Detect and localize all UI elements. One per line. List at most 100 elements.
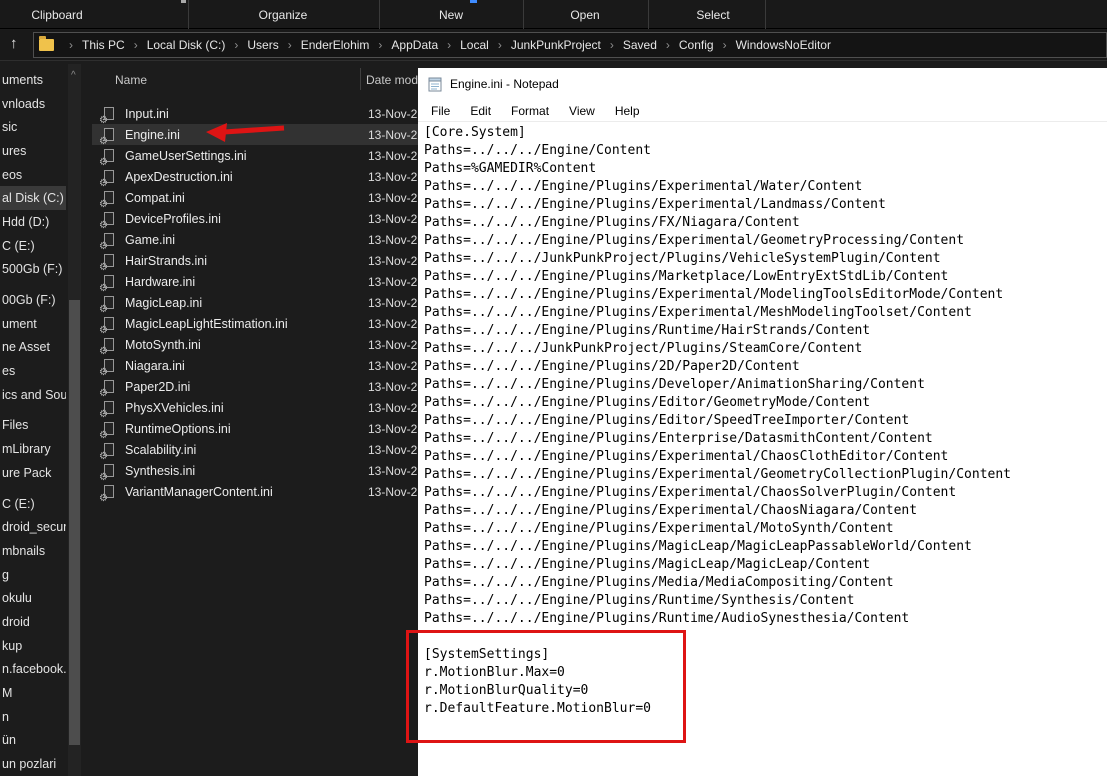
breadcrumb-item[interactable]: Saved ›: [621, 38, 677, 52]
file-row[interactable]: ⚙ MotoSynth.ini 13-Nov-2: [92, 334, 418, 357]
file-row[interactable]: ⚙ RuntimeOptions.ini 13-Nov-2: [92, 418, 418, 441]
ini-file-icon: ⚙: [99, 190, 117, 210]
ribbon-group-label: Select: [696, 8, 730, 22]
text-line: Paths=../../../Engine/Plugins/Experiment…: [424, 449, 949, 464]
sidebar-scrollbar[interactable]: ^: [68, 64, 81, 776]
sidebar-item[interactable]: droid: [0, 610, 66, 634]
ribbon-separator: [523, 0, 524, 29]
file-row[interactable]: ⚙ Compat.ini 13-Nov-2: [92, 187, 418, 210]
file-row[interactable]: ⚙ Engine.ini 13-Nov-2: [92, 124, 418, 147]
menu-item[interactable]: Edit: [465, 104, 496, 118]
file-row[interactable]: ⚙ Hardware.ini 13-Nov-2: [92, 271, 418, 294]
sidebar-item[interactable]: es: [0, 359, 66, 383]
breadcrumb-item[interactable]: EnderElohim ›: [299, 38, 390, 52]
sidebar-item[interactable]: C (E:): [0, 492, 66, 516]
menu-item[interactable]: Format: [506, 104, 554, 118]
ribbon-group-label: New: [438, 8, 464, 22]
menu-item[interactable]: Help: [610, 104, 645, 118]
file-row[interactable]: ⚙ DeviceProfiles.ini 13-Nov-2: [92, 208, 418, 231]
ribbon-separator: [765, 0, 766, 29]
breadcrumb[interactable]: › This PC › Local Disk (C:) › Users › En…: [33, 32, 1107, 58]
breadcrumb-item[interactable]: Local ›: [458, 38, 509, 52]
file-row[interactable]: ⚙ VariantManagerContent.ini 13-Nov-2: [92, 481, 418, 504]
sidebar-item[interactable]: ument: [0, 312, 66, 336]
sidebar-item[interactable]: ures: [0, 139, 66, 163]
file-row[interactable]: ⚙ Synthesis.ini 13-Nov-2: [92, 460, 418, 483]
file-row[interactable]: ⚙ Paper2D.ini 13-Nov-2: [92, 376, 418, 399]
notepad-icon: [428, 77, 442, 92]
file-row[interactable]: ⚙ ApexDestruction.ini 13-Nov-2: [92, 166, 418, 189]
file-row[interactable]: ⚙ Niagara.ini 13-Nov-2: [92, 355, 418, 378]
breadcrumb-item-label: Config: [678, 38, 714, 52]
file-row[interactable]: ⚙ GameUserSettings.ini 13-Nov-2: [92, 145, 418, 168]
breadcrumb-item[interactable]: JunkPunkProject ›: [509, 38, 621, 52]
ribbon-separator: [188, 0, 189, 29]
breadcrumb-item[interactable]: Config ›: [677, 38, 734, 52]
file-row[interactable]: ⚙ MagicLeap.ini 13-Nov-2: [92, 292, 418, 315]
sidebar-item[interactable]: eos: [0, 163, 66, 187]
ini-file-icon: ⚙: [99, 463, 117, 483]
breadcrumb-item-label: JunkPunkProject: [510, 38, 601, 52]
menu-item[interactable]: File: [426, 104, 455, 118]
sidebar-item[interactable]: droid_secure: [0, 515, 66, 539]
breadcrumb-item-label: This PC: [82, 38, 125, 52]
file-date-modified: 13-Nov-2: [368, 295, 418, 310]
file-name: MagicLeapLightEstimation.ini: [125, 316, 288, 331]
text-line: Paths=../../../Engine/Plugins/Runtime/Sy…: [424, 593, 855, 608]
breadcrumb-item-label: EnderElohim: [300, 38, 370, 52]
scroll-up-icon[interactable]: ^: [71, 70, 76, 81]
sidebar-item[interactable]: C (E:): [0, 234, 66, 258]
sidebar-item[interactable]: uments: [0, 68, 66, 92]
sidebar-item[interactable]: okulu: [0, 586, 66, 610]
file-row[interactable]: ⚙ Scalability.ini 13-Nov-2: [92, 439, 418, 462]
sidebar-item[interactable]: n.facebook.or: [0, 658, 66, 682]
file-date-modified: 13-Nov-2: [368, 442, 418, 457]
sidebar-item[interactable]: Files: [0, 414, 66, 438]
sidebar-item[interactable]: un pozlari: [0, 752, 66, 776]
ini-file-icon: ⚙: [99, 484, 117, 504]
file-date-modified: 13-Nov-2: [368, 484, 418, 499]
sidebar-item-label: ures: [2, 143, 27, 158]
sidebar-item[interactable]: M: [0, 681, 66, 705]
menu-item[interactable]: View: [564, 104, 600, 118]
breadcrumb-item[interactable]: WindowsNoEditor ›: [734, 38, 833, 52]
column-header-name[interactable]: Name: [115, 73, 147, 87]
file-row[interactable]: ⚙ MagicLeapLightEstimation.ini 13-Nov-2: [92, 313, 418, 336]
text-line: Paths=../../../Engine/Plugins/Experiment…: [424, 485, 957, 500]
file-row[interactable]: ⚙ Input.ini 13-Nov-2: [92, 103, 418, 126]
breadcrumb-item[interactable]: Users ›: [245, 38, 298, 52]
file-row[interactable]: ⚙ PhysXVehicles.ini 13-Nov-2: [92, 397, 418, 420]
text-line: Paths=../../../Engine/Plugins/MagicLeap/…: [424, 557, 871, 572]
sidebar-item[interactable]: Hdd (D:): [0, 210, 66, 234]
sidebar-item[interactable]: g: [0, 563, 66, 587]
text-line: Paths=../../../JunkPunkProject/Plugins/V…: [424, 251, 941, 266]
breadcrumb-item[interactable]: AppData ›: [389, 38, 458, 52]
column-header-date-modified[interactable]: Date mod: [366, 73, 418, 87]
sidebar-item[interactable]: al Disk (C:): [0, 186, 66, 211]
up-arrow-button[interactable]: ↑: [10, 35, 18, 52]
file-name: HairStrands.ini: [125, 253, 207, 268]
sidebar-item[interactable]: ure Pack: [0, 461, 66, 485]
breadcrumb-item[interactable]: Local Disk (C:) ›: [145, 38, 246, 52]
text-line: Paths=../../../Engine/Plugins/Runtime/Ha…: [424, 323, 871, 338]
sidebar-item[interactable]: mLibrary: [0, 437, 66, 461]
ini-file-icon: ⚙: [99, 169, 117, 189]
sidebar-item[interactable]: vnloads: [0, 92, 66, 116]
file-name: Hardware.ini: [125, 274, 196, 289]
sidebar-item[interactable]: mbnails: [0, 539, 66, 563]
file-row[interactable]: ⚙ HairStrands.ini 13-Nov-2: [92, 250, 418, 273]
sidebar-item[interactable]: ne Asset: [0, 336, 66, 360]
breadcrumb-item[interactable]: This PC ›: [80, 38, 145, 52]
notepad-content[interactable]: [Core.System] Paths=../../../Engine/Conte…: [418, 122, 1107, 718]
sidebar-item[interactable]: 00Gb (F:): [0, 288, 66, 312]
sidebar-item[interactable]: sic: [0, 115, 66, 139]
column-divider[interactable]: [360, 68, 361, 90]
sidebar-item[interactable]: 500Gb (F:): [0, 258, 66, 282]
text-line: Paths=../../../Engine/Plugins/MagicLeap/…: [424, 539, 972, 554]
sidebar-item[interactable]: ics and Sour: [0, 383, 66, 407]
scrollbar-thumb[interactable]: [69, 300, 80, 745]
sidebar-item[interactable]: n: [0, 705, 66, 729]
sidebar-item[interactable]: ün: [0, 729, 66, 753]
sidebar-item[interactable]: kup: [0, 634, 66, 658]
file-row[interactable]: ⚙ Game.ini 13-Nov-2: [92, 229, 418, 252]
